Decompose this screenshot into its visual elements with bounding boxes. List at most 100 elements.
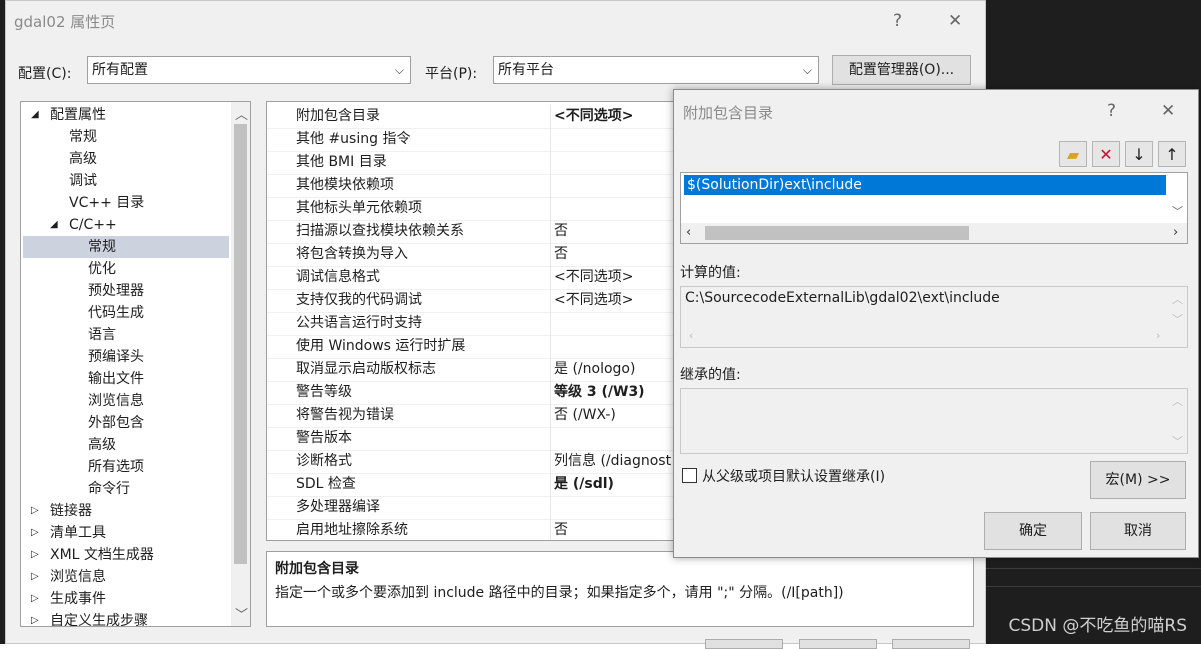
property-value[interactable]: 否 (/WX-) xyxy=(554,404,616,427)
tree-item[interactable]: 优化 xyxy=(23,258,229,280)
property-row[interactable]: 其他模块依赖项 xyxy=(267,174,677,198)
tree-item-label: 代码生成 xyxy=(88,305,144,321)
computed-value: C:\SourcecodeExternalLib\gdal02\ext\incl… xyxy=(685,290,1000,306)
property-row[interactable]: 附加包含目录 <不同选项> xyxy=(267,105,677,129)
property-row[interactable]: 其他标头单元依赖项 xyxy=(267,197,677,221)
property-value[interactable]: 等级 3 (/W3) xyxy=(554,381,645,404)
tree-item[interactable]: ▷ 清单工具 xyxy=(23,522,229,544)
property-row[interactable]: 将包含转换为导入 否 xyxy=(267,243,677,267)
move-up-button[interactable]: ↑ xyxy=(1158,141,1186,167)
scroll-left-icon[interactable]: ‹ xyxy=(686,225,691,240)
tree-item-label: VC++ 目录 xyxy=(69,195,145,211)
property-row[interactable]: 诊断格式 列信息 (/diagnost xyxy=(267,450,677,474)
expand-icon[interactable]: ▷ xyxy=(31,588,39,610)
property-row[interactable]: 将警告视为错误 否 (/WX-) xyxy=(267,404,677,428)
expand-icon[interactable]: ▷ xyxy=(31,500,39,522)
dialog-close-button[interactable]: ✕ xyxy=(1161,101,1175,121)
collapse-icon[interactable]: ◢ xyxy=(50,214,58,236)
tree-item[interactable]: 外部包含 xyxy=(23,412,229,434)
property-row[interactable]: 其他 BMI 目录 xyxy=(267,151,677,175)
tree-item[interactable]: 所有选项 xyxy=(23,456,229,478)
tree-item[interactable]: ▷ 链接器 xyxy=(23,500,229,522)
property-value[interactable]: <不同选项> xyxy=(554,289,633,312)
property-row[interactable]: 支持仅我的代码调试 <不同选项> xyxy=(267,289,677,313)
collapse-icon[interactable]: ◢ xyxy=(31,104,39,126)
tree-item[interactable]: 语言 xyxy=(23,324,229,346)
property-value[interactable]: 是 (/nologo) xyxy=(554,358,635,381)
scroll-down-icon[interactable]: ﹀ xyxy=(235,604,248,623)
column-separator xyxy=(550,105,551,128)
config-manager-button[interactable]: 配置管理器(O)... xyxy=(832,55,971,85)
scroll-up-icon[interactable]: ︿ xyxy=(235,104,248,123)
inherit-checkbox[interactable] xyxy=(682,468,697,483)
expand-icon[interactable]: ▷ xyxy=(31,610,39,626)
tree-item-label: 外部包含 xyxy=(88,415,144,431)
expand-icon[interactable]: ▷ xyxy=(31,566,39,588)
tree-item[interactable]: 代码生成 xyxy=(23,302,229,324)
tree-item[interactable]: 浏览信息 xyxy=(23,390,229,412)
property-value[interactable]: 列信息 (/diagnost xyxy=(554,450,671,473)
entries-hscrollbar[interactable]: ‹ › xyxy=(681,223,1187,243)
dialog-help-button[interactable]: ? xyxy=(1107,101,1116,121)
property-value[interactable]: <不同选项> xyxy=(554,266,633,289)
scroll-thumb[interactable] xyxy=(705,226,969,240)
property-value[interactable]: 否 xyxy=(554,243,568,266)
property-row[interactable]: 多处理器编译 xyxy=(267,496,677,520)
column-separator xyxy=(550,473,551,496)
tree-item[interactable]: ▷ XML 文档生成器 xyxy=(23,544,229,566)
property-row[interactable]: 警告版本 xyxy=(267,427,677,451)
property-row[interactable]: 启用地址擦除系统 否 xyxy=(267,519,677,540)
cancel-button[interactable]: 取消 xyxy=(1090,512,1186,550)
scroll-thumb[interactable] xyxy=(234,124,247,564)
scroll-right-icon[interactable]: › xyxy=(1173,225,1178,240)
tree-item[interactable]: 调试 xyxy=(23,170,229,192)
move-down-button[interactable]: ↓ xyxy=(1125,141,1153,167)
property-value[interactable]: <不同选项> xyxy=(554,105,633,128)
property-row[interactable]: 取消显示启动版权标志 是 (/nologo) xyxy=(267,358,677,382)
delete-line-button[interactable]: ✕ xyxy=(1092,141,1120,167)
property-value[interactable]: 否 xyxy=(554,220,568,243)
chevron-down-icon[interactable]: ﹀ xyxy=(1172,203,1183,219)
entries-list[interactable]: $(SolutionDir)ext\include ﹀ ‹ › xyxy=(680,172,1188,244)
tree-item[interactable]: 高级 xyxy=(23,434,229,456)
property-value[interactable]: 是 (/sdl) xyxy=(554,473,614,496)
tree-item[interactable]: VC++ 目录 xyxy=(23,192,229,214)
property-row[interactable]: 公共语言运行时支持 xyxy=(267,312,677,336)
tree-item[interactable]: ▷ 浏览信息 xyxy=(23,566,229,588)
property-value[interactable]: 否 xyxy=(554,519,568,540)
expand-icon[interactable]: ▷ xyxy=(31,522,39,544)
tree-item[interactable]: 常规 xyxy=(23,126,229,148)
platform-select[interactable]: 所有平台 ⌵ xyxy=(493,56,819,84)
tree-item[interactable]: 输出文件 xyxy=(23,368,229,390)
tree-item[interactable]: ▷ 自定义生成步骤 xyxy=(23,610,229,626)
ok-button[interactable]: 确定 xyxy=(984,512,1082,550)
property-row[interactable]: SDL 检查 是 (/sdl) xyxy=(267,473,677,497)
property-row[interactable]: 其他 #using 指令 xyxy=(267,128,677,152)
tree-item[interactable]: 预编译头 xyxy=(23,346,229,368)
tree-item[interactable]: ▷ 生成事件 xyxy=(23,588,229,610)
entry-item[interactable]: $(SolutionDir)ext\include xyxy=(684,175,1166,195)
help-button[interactable]: ? xyxy=(893,11,902,31)
macros-button[interactable]: 宏(M) >> xyxy=(1090,461,1186,499)
tree-item[interactable]: ◢ C/C++ xyxy=(23,214,229,236)
bottom-button-1[interactable] xyxy=(705,639,783,649)
property-row[interactable]: 扫描源以查找模块依赖关系 否 xyxy=(267,220,677,244)
tree-item[interactable]: 常规 xyxy=(23,236,229,258)
property-row[interactable]: 使用 Windows 运行时扩展 xyxy=(267,335,677,359)
bottom-button-3[interactable] xyxy=(892,639,970,649)
property-row[interactable]: 警告等级 等级 3 (/W3) xyxy=(267,381,677,405)
close-button[interactable]: ✕ xyxy=(948,11,962,31)
tree-item[interactable]: 高级 xyxy=(23,148,229,170)
tree-item[interactable]: 命令行 xyxy=(23,478,229,500)
config-select[interactable]: 所有配置 ⌵ xyxy=(87,56,411,84)
tree-scrollbar[interactable]: ︿ ﹀ xyxy=(231,102,250,626)
property-row[interactable]: 调试信息格式 <不同选项> xyxy=(267,266,677,290)
tree-item[interactable]: 预处理器 xyxy=(23,280,229,302)
tree-item[interactable]: ◢ 配置属性 xyxy=(23,104,229,126)
expand-icon[interactable]: ▷ xyxy=(31,544,39,566)
description-text: 指定一个或多个要添加到 include 路径中的目录；如果指定多个，请用 ";"… xyxy=(275,585,844,601)
new-line-button[interactable]: ▰ xyxy=(1059,141,1087,167)
inherit-checkbox-label[interactable]: 从父级或项目默认设置继承(I) xyxy=(702,466,885,486)
property-name: 公共语言运行时支持 xyxy=(296,315,422,331)
bottom-button-2[interactable] xyxy=(799,639,877,649)
